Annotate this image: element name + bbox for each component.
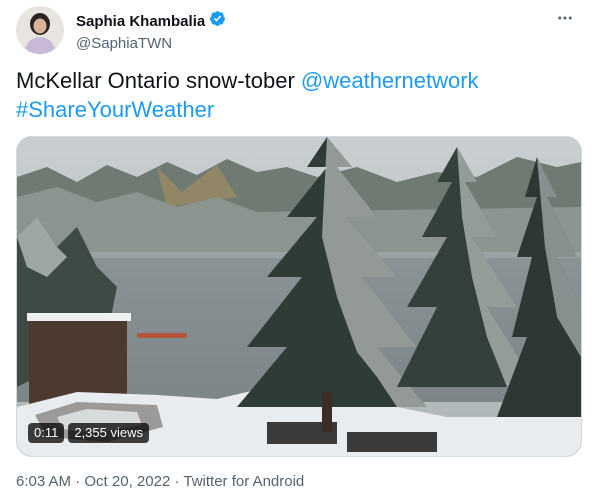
- video-player[interactable]: [16, 136, 582, 457]
- hashtag-link[interactable]: #ShareYourWeather: [16, 97, 214, 122]
- meta-separator: ·: [174, 473, 180, 490]
- tweet-metadata: 6:03 AM · Oct 20, 2022 · Twitter for And…: [16, 473, 304, 490]
- tweet-time[interactable]: 6:03 AM: [16, 473, 71, 490]
- mention-link[interactable]: @weathernetwork: [301, 68, 479, 93]
- author-avatar[interactable]: [16, 6, 64, 54]
- verified-badge-icon: [209, 10, 226, 32]
- author-display-name[interactable]: Saphia Khambalia: [76, 13, 205, 30]
- video-stats: 0:11 2,355 views: [28, 423, 149, 443]
- author-handle[interactable]: @SaphiaTWN: [76, 35, 226, 52]
- tweet-text: McKellar Ontario snow-tober @weathernetw…: [16, 66, 576, 124]
- video-frame: [17, 137, 581, 456]
- tweet-source: Twitter for Android: [183, 473, 305, 490]
- meta-separator: ·: [75, 473, 81, 490]
- video-time: 0:11: [28, 423, 65, 443]
- tweet-header: Saphia Khambalia @SaphiaTWN: [16, 6, 577, 54]
- more-horizontal-icon[interactable]: [553, 6, 577, 30]
- tweet-text-plain: McKellar Ontario snow-tober: [16, 68, 301, 93]
- tweet-date[interactable]: Oct 20, 2022: [84, 473, 170, 490]
- video-views: 2,355 views: [68, 423, 149, 443]
